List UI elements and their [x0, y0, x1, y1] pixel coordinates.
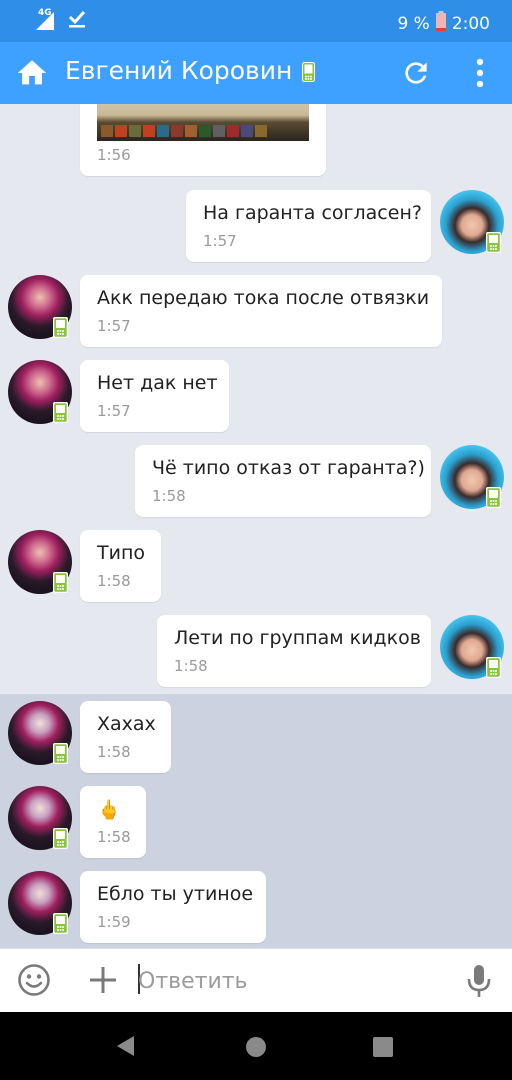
- more-options-button[interactable]: [470, 57, 490, 89]
- message-text: Нет дак нет: [97, 372, 218, 394]
- voice-message-button[interactable]: [466, 963, 492, 999]
- network-type: 4G: [38, 8, 52, 18]
- message-time: 1:58: [97, 743, 131, 761]
- message-text: Лети по группам кидков: [174, 627, 421, 649]
- mobile-online-icon: [52, 316, 69, 339]
- mobile-online-icon: [52, 827, 69, 850]
- signal-icon: 4G: [32, 8, 56, 32]
- message-text: Акк передаю тока после отвязки: [97, 287, 430, 309]
- message-list[interactable]: 1:56 На гаранта согласен? 1:57 Акк перед…: [0, 104, 512, 948]
- message-text: Чё типо отказ от гаранта?): [152, 457, 425, 479]
- message-bubble-outgoing[interactable]: На гаранта согласен? 1:57: [186, 190, 431, 262]
- message-input-bar: [0, 948, 512, 1012]
- message-bubble-incoming[interactable]: Ебло ты утиное 1:59: [80, 871, 266, 943]
- status-right: 9 % 2:00: [397, 11, 490, 36]
- message-time: 1:58: [97, 828, 131, 846]
- message-bubble-outgoing[interactable]: Лети по группам кидков 1:58: [157, 615, 431, 687]
- attach-button[interactable]: [88, 963, 118, 997]
- message-text: Хахах: [97, 713, 156, 735]
- home-icon: [17, 60, 47, 85]
- back-triangle-icon: [117, 1036, 134, 1056]
- recents-square-icon: [373, 1037, 393, 1057]
- emoji-icon: [18, 964, 50, 996]
- home-circle-icon: [246, 1037, 266, 1057]
- more-vertical-icon: [476, 58, 484, 88]
- refresh-button[interactable]: [400, 57, 432, 89]
- message-text: На гаранта согласен?: [203, 202, 422, 224]
- mobile-online-icon: [52, 401, 69, 424]
- mobile-online-icon: [485, 656, 502, 679]
- nav-home-button[interactable]: [245, 1036, 267, 1058]
- message-text: Ебло ты утиное: [97, 883, 254, 905]
- clock: 2:00: [451, 13, 490, 34]
- plus-icon: [90, 967, 116, 993]
- nav-back-button[interactable]: [114, 1034, 138, 1058]
- mobile-online-icon: [485, 231, 502, 254]
- message-time: 1:58: [152, 487, 186, 505]
- app-bar: Евгений Коровин: [0, 42, 512, 104]
- status-left: 4G: [32, 8, 86, 33]
- message-bubble-outgoing[interactable]: Чё типо отказ от гаранта?) 1:58: [135, 445, 431, 517]
- reply-input[interactable]: [138, 961, 438, 1001]
- message-text: 🖕: [97, 799, 121, 821]
- mobile-online-icon: [485, 486, 502, 509]
- emoji-button[interactable]: [17, 963, 51, 997]
- message-bubble-incoming[interactable]: 1:56: [80, 104, 326, 176]
- message-time: 1:57: [203, 232, 237, 250]
- message-time: 1:57: [97, 317, 131, 335]
- message-bubble-incoming[interactable]: Хахах 1:58: [80, 701, 171, 773]
- mobile-online-icon: [52, 912, 69, 935]
- message-bubble-incoming[interactable]: 🖕 1:58: [80, 786, 146, 858]
- mobile-online-icon: [302, 62, 315, 86]
- home-button[interactable]: [15, 56, 49, 90]
- message-text: Типо: [97, 542, 146, 564]
- message-time: 1:57: [97, 402, 131, 420]
- checkmark-icon: [68, 9, 86, 33]
- nav-recents-button[interactable]: [372, 1036, 394, 1058]
- message-bubble-incoming[interactable]: Типо 1:58: [80, 530, 161, 602]
- message-bubble-incoming[interactable]: Акк передаю тока после отвязки 1:57: [80, 275, 442, 347]
- battery-icon: [435, 11, 446, 36]
- message-time: 1:58: [174, 657, 208, 675]
- mobile-online-icon: [52, 571, 69, 594]
- system-navigation-bar: [0, 1012, 512, 1080]
- attached-image[interactable]: [97, 104, 309, 141]
- battery-percent: 9 %: [397, 13, 430, 34]
- mobile-online-icon: [52, 742, 69, 765]
- microphone-icon: [467, 965, 491, 997]
- conversation-title[interactable]: Евгений Коровин: [65, 56, 292, 85]
- message-bubble-incoming[interactable]: Нет дак нет 1:57: [80, 360, 229, 432]
- status-bar: 4G 9 % 2:00: [0, 0, 512, 42]
- message-time: 1:58: [97, 572, 131, 590]
- message-time: 1:56: [97, 146, 131, 164]
- refresh-icon: [405, 62, 427, 84]
- message-time: 1:59: [97, 913, 131, 931]
